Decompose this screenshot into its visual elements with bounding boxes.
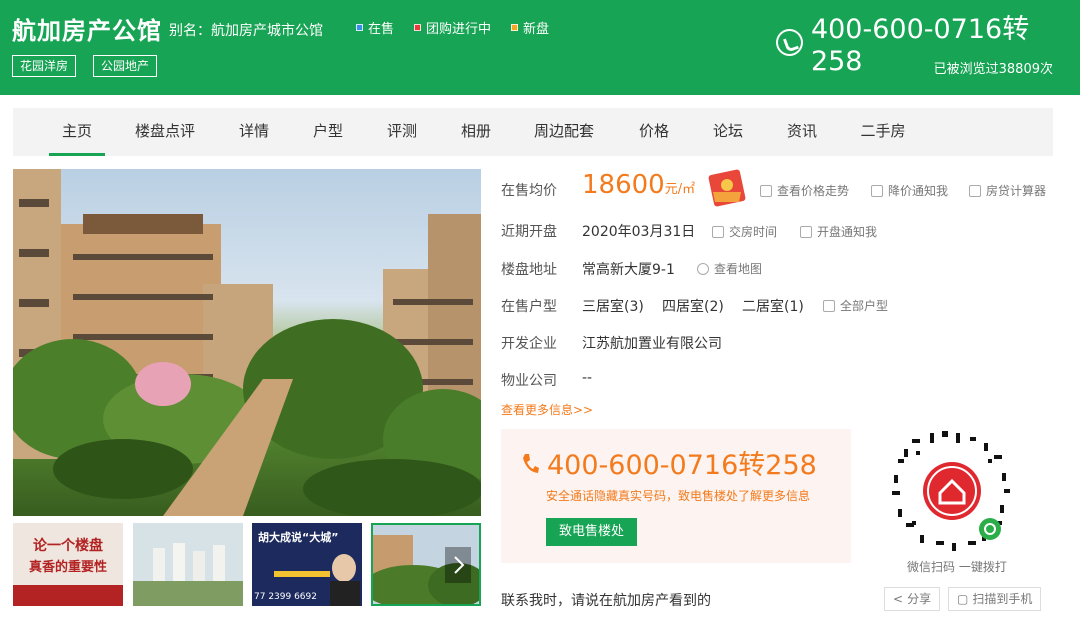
thumb-promo-line2: 真香的重要性 bbox=[29, 559, 107, 575]
red-dot-icon bbox=[414, 24, 422, 31]
speaker-icon bbox=[800, 225, 812, 238]
status-new: 新盘 bbox=[511, 18, 549, 37]
call-sales-button[interactable]: 致电售楼处 bbox=[546, 518, 637, 546]
thumbnail-2[interactable] bbox=[133, 523, 243, 606]
status-on-sale: 在售 bbox=[356, 18, 394, 37]
main-rendering-image[interactable] bbox=[13, 169, 481, 516]
contact-hint: 联系我时，请说在航加房产看到的 bbox=[501, 593, 711, 609]
scan-icon: ▢ bbox=[957, 592, 969, 606]
tab-evaluation[interactable]: 评测 bbox=[380, 108, 424, 156]
unit-type-4br[interactable]: 四居室(2) bbox=[662, 296, 724, 316]
tab-home[interactable]: 主页 bbox=[49, 108, 105, 156]
scan-to-phone-button[interactable]: ▢ 扫描到手机 bbox=[948, 587, 1042, 611]
tab-reviews[interactable]: 楼盘点评 bbox=[130, 108, 200, 156]
price-value: 18600 bbox=[582, 170, 665, 200]
red-packet-icon[interactable] bbox=[705, 168, 749, 208]
header-bar: 航加房产公馆 别名：航加房产城市公馆 在售 团购进行中 新盘 400-600-0… bbox=[0, 0, 1080, 95]
developer-value: 江苏航加置业有限公司 bbox=[582, 336, 722, 352]
thumbnail-1[interactable]: 论一个楼盘 真香的重要性 bbox=[13, 523, 123, 606]
status-group-buy: 团购进行中 bbox=[414, 18, 491, 37]
trend-down-icon bbox=[871, 184, 883, 197]
unit-type-2br[interactable]: 二居室(1) bbox=[742, 296, 804, 316]
thumb-video-phone: 77 2399 6692 bbox=[254, 592, 317, 602]
tab-floorplans[interactable]: 户型 bbox=[306, 108, 350, 156]
alias-text: 别名：航加房产城市公馆 bbox=[169, 23, 323, 39]
thumbnail-4-selected[interactable] bbox=[371, 523, 481, 606]
delivery-time-link[interactable]: 交房时间 bbox=[712, 223, 777, 240]
tab-price[interactable]: 价格 bbox=[632, 108, 676, 156]
price-trend-link[interactable]: 查看价格走势 bbox=[760, 182, 849, 199]
price-drop-notify-link[interactable]: 降价通知我 bbox=[871, 182, 948, 199]
qr-caption: 微信扫码 一键拨打 bbox=[907, 560, 1007, 574]
call-box: 400-600-0716转258 安全通话隐藏真实号码，致电售楼处了解更多信息 … bbox=[501, 429, 851, 563]
address-value: 常高新大厦9-1 bbox=[582, 262, 675, 278]
address-label: 楼盘地址 bbox=[501, 262, 557, 278]
developer-label: 开发企业 bbox=[501, 336, 557, 352]
page-title: 航加房产公馆 bbox=[12, 17, 162, 45]
more-info-link[interactable]: 查看更多信息>> bbox=[501, 401, 593, 418]
clock-icon bbox=[712, 225, 724, 238]
promo-banner-graphic: 论一个楼盘 真香的重要性 bbox=[13, 523, 123, 606]
phone-icon bbox=[776, 28, 803, 56]
view-map-link[interactable]: 查看地图 bbox=[697, 260, 762, 277]
unit-type-3br[interactable]: 三居室(3) bbox=[582, 296, 644, 316]
mortgage-calculator-link[interactable]: 房贷计算器 bbox=[969, 182, 1046, 199]
bar-chart-icon bbox=[760, 184, 772, 197]
blue-dot-icon bbox=[356, 24, 363, 31]
share-icon: < bbox=[893, 592, 904, 606]
opening-notify-link[interactable]: 开盘通知我 bbox=[800, 223, 877, 240]
thumb-video-title: 胡大成说“大城” bbox=[258, 530, 338, 544]
property-mgmt-value: -- bbox=[582, 370, 593, 386]
orange-dot-icon bbox=[511, 24, 519, 31]
tab-news[interactable]: 资讯 bbox=[780, 108, 824, 156]
open-date-value: 2020年03月31日 bbox=[582, 224, 696, 240]
price-label: 在售均价 bbox=[501, 183, 557, 199]
handset-icon bbox=[523, 453, 539, 473]
wechat-qr-code bbox=[890, 429, 1014, 553]
callbox-phone[interactable]: 400-600-0716转258 bbox=[521, 443, 817, 482]
tab-details[interactable]: 详情 bbox=[232, 108, 276, 156]
calculator-icon bbox=[969, 184, 981, 197]
open-date-label: 近期开盘 bbox=[501, 224, 557, 240]
share-button[interactable]: < 分享 bbox=[884, 587, 941, 611]
thumbnail-3[interactable]: 胡大成说“大城” 77 2399 6692 bbox=[252, 523, 362, 606]
price-display: 18600元/㎡ bbox=[582, 170, 695, 200]
aerial-view-graphic bbox=[133, 523, 243, 606]
video-poster-graphic: 胡大成说“大城” 77 2399 6692 bbox=[252, 523, 362, 606]
building-thumb-graphic bbox=[373, 525, 479, 604]
view-count: 已被浏览过38809次 bbox=[933, 62, 1053, 77]
home-icon bbox=[823, 299, 835, 312]
all-unit-types-link[interactable]: 全部户型 bbox=[823, 297, 888, 314]
status-list: 在售 团购进行中 新盘 bbox=[356, 18, 549, 37]
tag-park-property[interactable]: 公园地产 bbox=[93, 55, 158, 77]
tab-surroundings[interactable]: 周边配套 bbox=[528, 108, 600, 156]
building-scene-illustration bbox=[13, 169, 481, 516]
tag-garden-house[interactable]: 花园洋房 bbox=[12, 55, 77, 77]
property-mgmt-label: 物业公司 bbox=[501, 373, 557, 389]
price-unit: 元/㎡ bbox=[664, 182, 696, 197]
unit-types-label: 在售户型 bbox=[501, 299, 557, 315]
thumb-promo-line1: 论一个楼盘 bbox=[33, 537, 103, 554]
map-pin-icon bbox=[697, 262, 709, 275]
tab-secondhand[interactable]: 二手房 bbox=[854, 108, 912, 156]
callbox-note: 安全通话隐藏真实号码，致电售楼处了解更多信息 bbox=[546, 489, 811, 503]
tab-album[interactable]: 相册 bbox=[454, 108, 498, 156]
tab-forum[interactable]: 论坛 bbox=[706, 108, 750, 156]
main-nav: 主页 楼盘点评 详情 户型 评测 相册 周边配套 价格 论坛 资讯 二手房 bbox=[13, 108, 1053, 156]
